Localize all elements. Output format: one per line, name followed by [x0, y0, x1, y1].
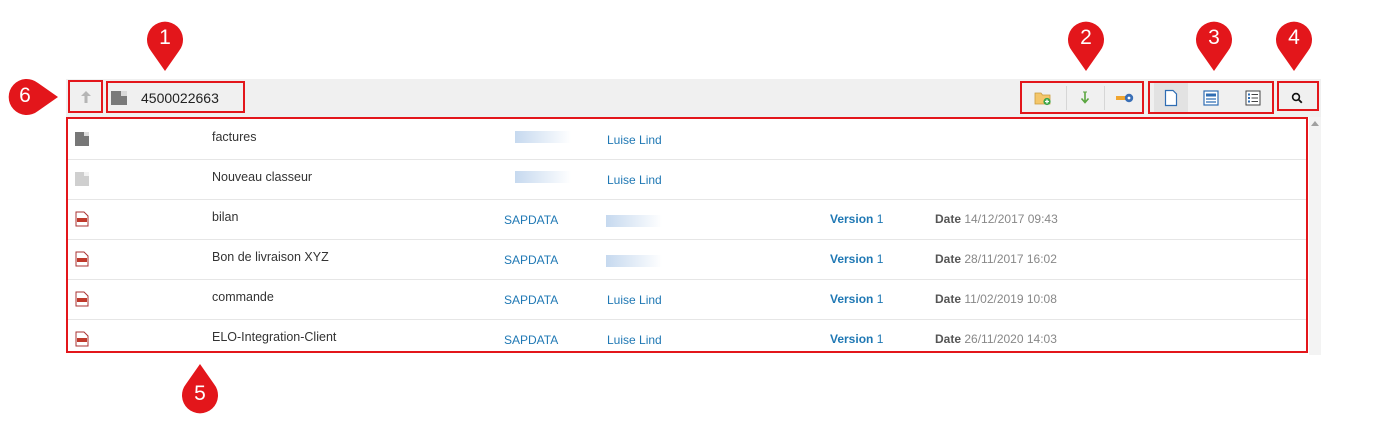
annotation-box-actions	[1020, 81, 1144, 114]
marker-6: 6	[3, 77, 59, 117]
annotation-box-list	[66, 117, 1308, 353]
marker-1: 1	[145, 20, 185, 72]
marker-3: 3	[1194, 20, 1234, 72]
scrollbar[interactable]	[1309, 117, 1321, 355]
marker-4: 4	[1274, 20, 1314, 72]
marker-2: 2	[1066, 20, 1106, 72]
scroll-up-arrow-icon[interactable]	[1311, 121, 1319, 126]
annotation-box-search	[1277, 81, 1319, 111]
annotation-box-up	[68, 80, 103, 113]
annotation-box-views	[1148, 81, 1274, 114]
annotation-box-breadcrumb	[106, 81, 245, 113]
marker-5: 5	[180, 363, 220, 415]
